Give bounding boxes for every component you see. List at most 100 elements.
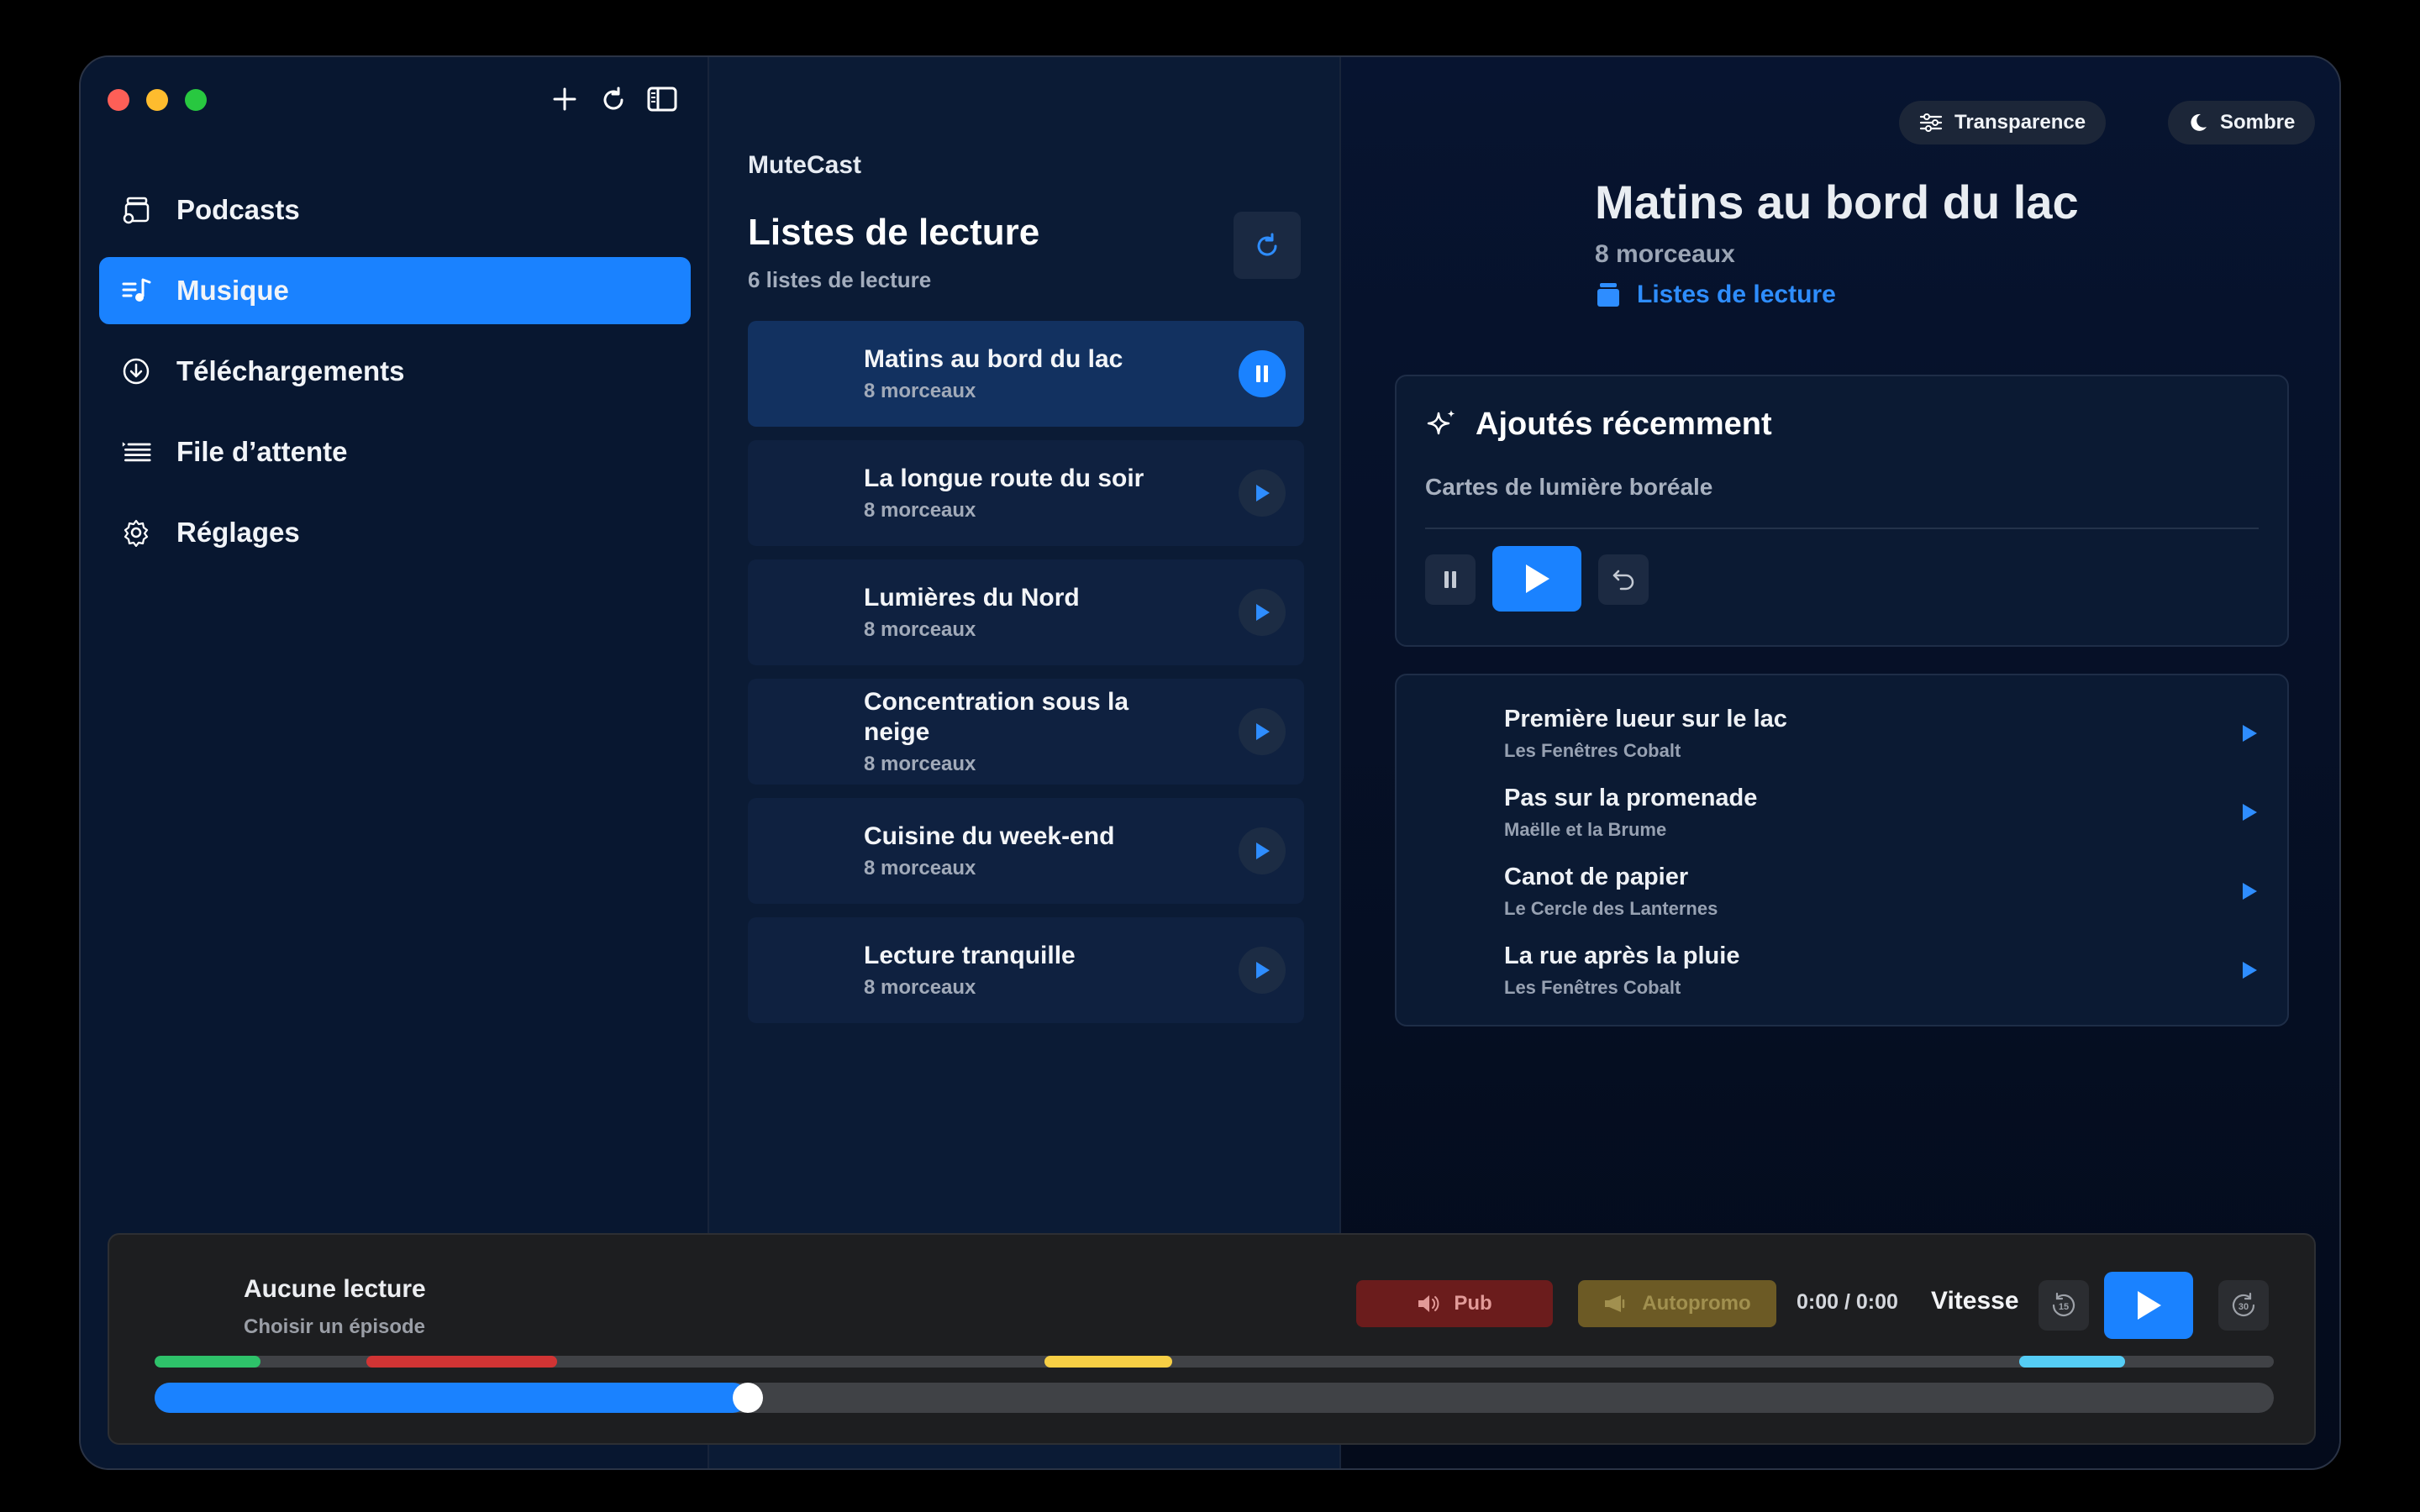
- play-button[interactable]: [1492, 546, 1581, 612]
- transparency-label: Transparence: [1954, 111, 2086, 134]
- play-icon[interactable]: [2237, 879, 2262, 904]
- detail-title: Matins au bord du lac: [1595, 176, 2079, 228]
- playlist-item[interactable]: Lumières du Nord 8 morceaux: [748, 559, 1304, 665]
- pub-button[interactable]: Pub: [1356, 1280, 1553, 1327]
- autopromo-button[interactable]: Autopromo: [1578, 1280, 1776, 1327]
- track-artist: Maëlle et la Brume: [1504, 819, 1667, 840]
- playlist-name: La longue route du soir: [864, 465, 1144, 492]
- play-icon[interactable]: [2237, 800, 2262, 825]
- pause-button[interactable]: [1239, 350, 1286, 397]
- segment-bar: [155, 1356, 2274, 1368]
- track-row[interactable]: Canot de papier Le Cercle des Lanternes: [1504, 864, 2262, 931]
- refresh-icon[interactable]: [597, 82, 630, 116]
- svg-text:30: 30: [2238, 1302, 2249, 1312]
- sidebar-item-podcasts[interactable]: Podcasts: [99, 176, 691, 244]
- play-button[interactable]: [1239, 947, 1286, 994]
- play-button[interactable]: [1239, 708, 1286, 755]
- theme-toggle[interactable]: Sombre: [2168, 101, 2316, 144]
- track-row[interactable]: La rue après la pluie Les Fenêtres Cobal…: [1504, 942, 2262, 1010]
- plus-icon[interactable]: [548, 82, 581, 116]
- divider: [1425, 528, 2259, 529]
- playlist-name: Matins au bord du lac: [864, 345, 1123, 373]
- app-window: Podcasts Musique Téléchargements File d’…: [79, 55, 2341, 1470]
- playlists-link-label: Listes de lecture: [1637, 281, 1836, 308]
- track-row[interactable]: Première lueur sur le lac Les Fenêtres C…: [1504, 706, 2262, 773]
- player-bar: Aucune lecture Choisir un épisode Pub Au…: [108, 1233, 2316, 1445]
- speed-button[interactable]: Vitesse: [1931, 1287, 2019, 1315]
- music-icon: [121, 276, 151, 306]
- sparkles-icon: [1427, 409, 1455, 434]
- playlist-item[interactable]: La longue route du soir 8 morceaux: [748, 440, 1304, 546]
- segment-green: [155, 1356, 261, 1368]
- sliders-icon: [1919, 113, 1943, 132]
- play-icon[interactable]: [2237, 958, 2262, 983]
- play-button[interactable]: [1239, 827, 1286, 874]
- skip-forward-30-icon: 30: [2232, 1292, 2255, 1316]
- autopromo-label: Autopromo: [1642, 1292, 1751, 1315]
- transparency-toggle[interactable]: Transparence: [1899, 101, 2107, 144]
- progress-slider[interactable]: [155, 1383, 2274, 1413]
- now-playing-subtitle: Choisir un épisode: [244, 1315, 426, 1338]
- skip-forward-button[interactable]: 30: [2218, 1280, 2269, 1331]
- track-title: Canot de papier: [1504, 864, 1689, 890]
- track-title: Première lueur sur le lac: [1504, 706, 1787, 732]
- refresh-playlists-button[interactable]: [1234, 212, 1301, 279]
- sidebar-item-file-attente[interactable]: File d’attente: [99, 418, 691, 486]
- gear-icon: [121, 517, 151, 548]
- track-title: Pas sur la promenade: [1504, 785, 1758, 811]
- playlist-item[interactable]: Cuisine du week-end 8 morceaux: [748, 798, 1304, 904]
- app-name: MuteCast: [748, 151, 862, 179]
- playlist-name: Lecture tranquille: [864, 942, 1076, 969]
- track-artist: Les Fenêtres Cobalt: [1504, 977, 1681, 998]
- play-icon: [1526, 564, 1549, 593]
- play-icon: [1256, 723, 1270, 740]
- segment-cyan: [2019, 1356, 2126, 1368]
- recently-added-title: Ajoutés récemment: [1476, 407, 1772, 442]
- play-icon[interactable]: [2237, 721, 2262, 746]
- play-button[interactable]: [1239, 589, 1286, 636]
- playlist-name: Cuisine du week-end: [864, 822, 1115, 850]
- sidebar-toggle-icon[interactable]: [645, 82, 679, 116]
- playlists-count: 6 listes de lecture: [748, 267, 932, 292]
- playlist-count: 8 morceaux: [864, 618, 976, 641]
- sidebar-item-label: File d’attente: [176, 436, 348, 467]
- pause-icon: [1256, 365, 1268, 382]
- sidebar-nav: Podcasts Musique Téléchargements File d’…: [99, 176, 691, 580]
- sidebar-item-telechargements[interactable]: Téléchargements: [99, 338, 691, 405]
- progress-knob[interactable]: [733, 1383, 764, 1413]
- playlist-count: 8 morceaux: [864, 380, 976, 402]
- undo-button[interactable]: [1598, 554, 1649, 605]
- playlist-item[interactable]: Lecture tranquille 8 morceaux: [748, 917, 1304, 1023]
- sidebar-item-reglages[interactable]: Réglages: [99, 499, 691, 566]
- refresh-icon: [1257, 233, 1277, 256]
- sidebar-item-label: Musique: [176, 275, 289, 306]
- undo-icon: [1612, 570, 1634, 591]
- playlist-count: 8 morceaux: [864, 857, 976, 879]
- sidebar-item-label: Podcasts: [176, 194, 300, 225]
- play-icon: [1256, 962, 1270, 979]
- sidebar-item-musique[interactable]: Musique: [99, 257, 691, 324]
- sidebar-item-label: Téléchargements: [176, 355, 405, 386]
- stack-icon: [1597, 283, 1619, 307]
- main-play-button[interactable]: [2104, 1272, 2193, 1339]
- pause-icon: [1444, 571, 1456, 588]
- queue-icon: [121, 437, 151, 467]
- podcasts-icon: [121, 195, 151, 225]
- sidebar-item-label: Réglages: [176, 517, 300, 548]
- playlists-link[interactable]: Listes de lecture: [1595, 281, 1836, 309]
- track-title: La rue après la pluie: [1504, 942, 1740, 969]
- minimize-window-button[interactable]: [146, 89, 168, 111]
- track-row[interactable]: Pas sur la promenade Maëlle et la Brume: [1504, 785, 2262, 852]
- progress-fill: [155, 1383, 749, 1413]
- close-window-button[interactable]: [108, 89, 129, 111]
- playlist-item[interactable]: Matins au bord du lac 8 morceaux: [748, 321, 1304, 427]
- play-button[interactable]: [1239, 470, 1286, 517]
- playlist-item[interactable]: Concentration sous la neige 8 morceaux: [748, 679, 1304, 785]
- track-artist: Le Cercle des Lanternes: [1504, 898, 1718, 919]
- skip-back-button[interactable]: 15: [2039, 1280, 2089, 1331]
- pause-button[interactable]: [1425, 554, 1476, 605]
- moon-icon: [2191, 113, 2207, 131]
- zoom-window-button[interactable]: [185, 89, 207, 111]
- recently-added-subtitle: Cartes de lumière boréale: [1425, 474, 1713, 500]
- track-list: Première lueur sur le lac Les Fenêtres C…: [1395, 674, 2289, 1026]
